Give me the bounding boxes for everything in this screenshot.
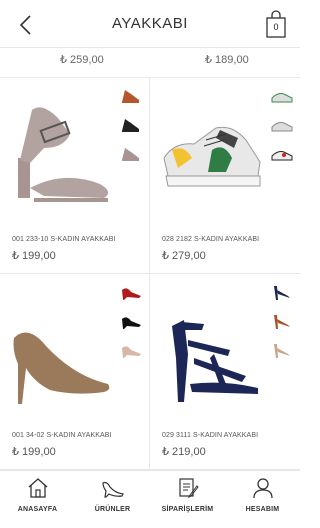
color-swatch[interactable] xyxy=(270,340,294,360)
product-price: ₺ 259,00 xyxy=(60,54,104,66)
color-swatch[interactable] xyxy=(270,115,294,135)
color-swatch[interactable] xyxy=(270,144,294,164)
bottom-navigation: ANASAYFA ÜRÜNLER SİPARİŞLERİM HESABIM xyxy=(0,470,300,528)
nav-home-label: ANASAYFA xyxy=(17,506,58,513)
color-swatch[interactable] xyxy=(119,340,143,360)
color-swatches xyxy=(270,282,294,369)
product-card[interactable]: 001 233-10 S-KADIN AYAKKABI ₺ 199,00 xyxy=(0,78,150,274)
nav-products-label: ÜRÜNLER xyxy=(94,506,131,513)
product-price: ₺ 219,00 xyxy=(162,446,206,458)
product-name: 001 233-10 S-KADIN AYAKKABI xyxy=(12,236,116,243)
product-card[interactable]: 029 3111 S-KADIN AYAKKABI ₺ 219,00 xyxy=(150,274,300,470)
sneaker-icon xyxy=(163,126,261,187)
product-card[interactable]: 001 34-02 S-KADIN AYAKKABI ₺ 199,00 xyxy=(0,274,150,470)
cart-count-badge: 0 xyxy=(273,22,279,32)
color-swatch[interactable] xyxy=(119,115,143,135)
nav-account-label: HESABIM xyxy=(245,506,280,513)
product-card[interactable]: 028 2182 S-KADIN AYAKKABI ₺ 279,00 xyxy=(150,78,300,274)
product-price: ₺ 279,00 xyxy=(162,250,206,262)
color-swatches xyxy=(270,86,294,173)
color-swatch[interactable] xyxy=(270,282,294,302)
product-name: 028 2182 S-KADIN AYAKKABI xyxy=(162,236,260,243)
page-title: AYAKKABI xyxy=(112,15,188,32)
nav-account[interactable]: HESABIM xyxy=(225,471,300,528)
nav-products[interactable]: ÜRÜNLER xyxy=(75,471,150,528)
header-bar: AYAKKABI 0 xyxy=(0,0,300,48)
heel-shoe-icon xyxy=(102,481,124,498)
product-price: ₺ 199,00 xyxy=(12,250,56,262)
strappy-heel-icon xyxy=(172,320,258,402)
product-name: 001 34-02 S-KADIN AYAKKABI xyxy=(12,432,112,439)
pump-heel-icon xyxy=(13,332,110,404)
color-swatch[interactable] xyxy=(119,144,143,164)
color-swatches xyxy=(119,282,143,369)
previous-products-row: ₺ 259,00 ₺ 189,00 xyxy=(0,48,300,78)
user-icon xyxy=(253,478,273,499)
nav-orders-label: SİPARİŞLERİM xyxy=(161,506,214,513)
nav-orders[interactable]: SİPARİŞLERİM xyxy=(150,471,225,528)
nav-home[interactable]: ANASAYFA xyxy=(0,471,75,528)
color-swatch[interactable] xyxy=(119,311,143,331)
color-swatch[interactable] xyxy=(270,311,294,331)
color-swatch[interactable] xyxy=(270,86,294,106)
block-heel-sandal-icon xyxy=(18,107,109,202)
cart-button[interactable]: 0 xyxy=(265,10,287,38)
color-swatches xyxy=(119,86,143,173)
color-swatch[interactable] xyxy=(119,86,143,106)
color-swatch[interactable] xyxy=(119,282,143,302)
product-price: ₺ 199,00 xyxy=(12,446,56,458)
home-icon xyxy=(28,478,48,498)
product-name: 029 3111 S-KADIN AYAKKABI xyxy=(162,432,259,439)
orders-icon xyxy=(179,478,199,499)
product-price: ₺ 189,00 xyxy=(205,54,249,66)
